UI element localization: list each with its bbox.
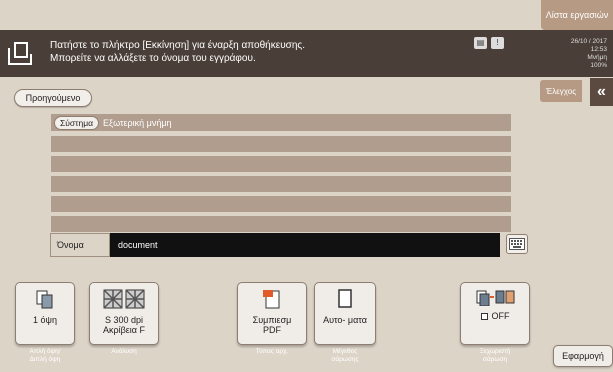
- file-type-button[interactable]: Συμπιεσμ PDF: [237, 282, 307, 345]
- memory-label: Μνήμη: [587, 54, 607, 61]
- duplex-value: 1 όψη: [33, 315, 57, 325]
- message-text: Πατήστε το πλήκτρο [Εκκίνηση] για έναρξη…: [50, 39, 305, 65]
- message-bar: Πατήστε το πλήκτρο [Εκκίνηση] για έναρξη…: [0, 30, 540, 77]
- scan-size-button[interactable]: Αυτο- ματα: [314, 282, 376, 345]
- back-button-label: Προηγούμενο: [25, 93, 81, 103]
- simplex-duplex-icon: [36, 290, 53, 309]
- back-button[interactable]: Προηγούμενο: [14, 89, 92, 107]
- date-text: 26/10 / 2017: [570, 38, 607, 45]
- name-label: Όνομα: [50, 233, 110, 257]
- message-line-1: Πατήστε το πλήκτρο [Εκκίνηση] για έναρξη…: [50, 40, 305, 51]
- checkbox-icon: [480, 312, 488, 320]
- separate-scan-icon: [476, 290, 515, 306]
- list-item[interactable]: [51, 216, 511, 232]
- status-scan-icon: ▤: [474, 37, 487, 49]
- save-document-icon: [8, 42, 32, 65]
- info-panel: 26/10 / 2017 12:53 Μνήμη 100%: [540, 30, 613, 77]
- job-list-tab[interactable]: Λίστα εργασιών: [541, 0, 613, 30]
- file-type-caption: Τύπος αρχ.: [255, 348, 289, 355]
- duplex-button[interactable]: 1 όψη: [15, 282, 75, 345]
- collapse-panel-button[interactable]: «: [590, 78, 613, 106]
- resolution-value: S 300 dpi Ακρίβεια F: [102, 315, 145, 335]
- separate-scan-value-row: OFF: [480, 311, 510, 321]
- pdf-file-icon: [263, 290, 280, 309]
- file-type-value: Συμπιεσμ PDF: [252, 315, 292, 335]
- message-line-2: Μπορείτε να αλλάξετε το όνομα του εγγράφ…: [50, 53, 256, 64]
- separate-scan-caption: Ξεχωριστή σάρωση: [479, 348, 511, 363]
- time-text: 12:53: [590, 46, 607, 53]
- status-alert-icon: !: [491, 37, 504, 49]
- document-name-row: Όνομα document: [50, 233, 500, 257]
- keyboard-icon: [509, 238, 525, 250]
- resolution-icon: [103, 289, 145, 309]
- resolution-caption: Ανάλυση: [111, 348, 137, 355]
- double-chevron-left-icon: «: [597, 83, 606, 100]
- job-list-tab-label: Λίστα εργασιών: [545, 10, 609, 20]
- scan-size-value: Αυτο- ματα: [323, 315, 367, 325]
- list-item[interactable]: [51, 156, 511, 172]
- status-icons: ▤ !: [474, 37, 504, 49]
- apply-button[interactable]: Εφαρμογή: [553, 345, 613, 367]
- path-chip-system[interactable]: Σύστημα: [54, 115, 100, 130]
- document-name-field[interactable]: document: [110, 233, 500, 257]
- resolution-button[interactable]: S 300 dpi Ακρίβεια F: [89, 282, 159, 345]
- document-page-icon: [338, 289, 352, 308]
- separate-scan-value: OFF: [491, 311, 510, 321]
- duplex-caption: Απλή όψη/ Διπλή όψη: [29, 348, 61, 363]
- list-item[interactable]: [51, 136, 511, 152]
- check-tab-label: Έλεγχος: [545, 86, 577, 96]
- keyboard-button[interactable]: [506, 234, 528, 254]
- path-text: Εξωτερική μνήμη: [103, 117, 172, 128]
- list-item[interactable]: [51, 176, 511, 192]
- separate-scan-button[interactable]: OFF: [460, 282, 530, 345]
- apply-button-label: Εφαρμογή: [562, 351, 604, 361]
- check-tab[interactable]: Έλεγχος: [540, 80, 582, 102]
- path-row: Σύστημα Εξωτερική μνήμη: [51, 114, 511, 131]
- scan-size-caption: Μέγεθος σάρωσης: [331, 348, 359, 363]
- list-item[interactable]: [51, 196, 511, 212]
- memory-value: 100%: [590, 62, 607, 69]
